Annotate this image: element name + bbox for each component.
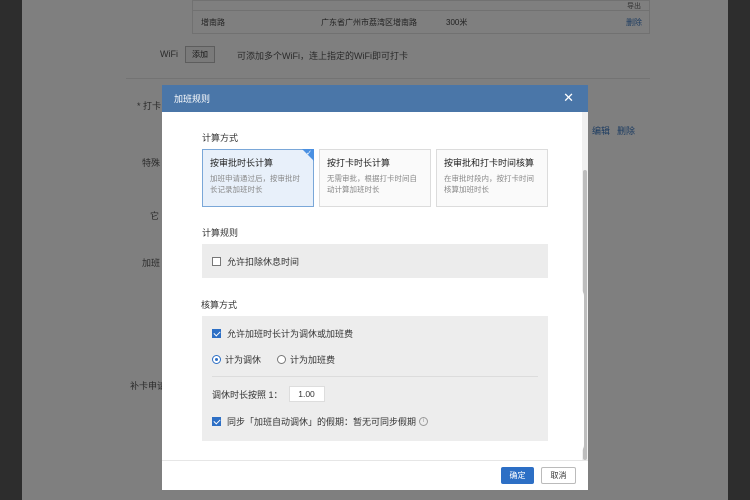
dialog-header: 加班规则 ✕ (162, 85, 588, 112)
confirm-button[interactable]: 确定 (501, 467, 534, 484)
check-icon: ✓ (306, 150, 312, 157)
card-approval-and-clock[interactable]: 按审批和打卡时间核算 在审批时段内，按打卡时间核算加班时长 (436, 149, 548, 207)
info-icon[interactable]: i (419, 417, 429, 426)
radio-leave[interactable] (212, 355, 221, 364)
allow-convert-checkbox[interactable] (212, 329, 221, 338)
sync-option[interactable]: 同步「加班自动调休」的假期：暂无可同步假期 i (212, 415, 429, 428)
card-desc: 无需审批，根据打卡时间自动计算加班时长 (327, 174, 417, 194)
dialog-footer: 确定 取消 (162, 460, 588, 490)
radio-pay-label: 计为加班费 (290, 355, 336, 365)
deduct-rest-label: 允许扣除休息时间 (227, 257, 300, 267)
radio-pay[interactable] (277, 355, 287, 364)
ratio-label: 调休时长按照 1： (212, 389, 283, 400)
radio-leave-label: 计为调休 (225, 355, 262, 365)
settle-method-box: 允许加班时长计为调休或加班费 计为调休 计为加班费 调休时长按照 1： 1.00… (202, 316, 548, 441)
deduct-rest-option[interactable]: 允许扣除休息时间 (212, 255, 299, 268)
allow-convert-label: 允许加班时长计为调休或加班费 (227, 329, 354, 339)
ratio-row: 调休时长按照 1： 1.00 (212, 386, 325, 402)
convert-radio-group: 计为调休 计为加班费 (212, 353, 335, 366)
card-clock-duration[interactable]: 按打卡时长计算 无需审批，根据打卡时间自动计算加班时长 (319, 149, 431, 207)
card-title: 按审批时长计算 (210, 158, 274, 168)
cancel-button[interactable]: 取消 (541, 467, 576, 484)
dialog-title: 加班规则 (174, 94, 211, 104)
sync-checkbox[interactable] (212, 417, 221, 426)
card-desc: 加班申请通过后，按审批时长记录加班时长 (210, 174, 300, 194)
allow-convert-option[interactable]: 允许加班时长计为调休或加班费 (212, 327, 353, 340)
deduct-rest-checkbox[interactable] (212, 257, 221, 266)
divider (212, 376, 538, 377)
calc-method-title: 计算方式 (202, 133, 239, 143)
sync-label: 同步「加班自动调休」的假期：暂无可同步假期 (227, 417, 417, 427)
settle-method-highlight: 核算方式 允许加班时长计为调休或加班费 计为调休 计为加班费 调休时长按照 1：… (164, 288, 584, 453)
card-title: 按打卡时长计算 (327, 158, 391, 168)
calc-rule-title: 计算规则 (202, 228, 239, 238)
close-icon[interactable]: ✕ (563, 91, 574, 105)
ratio-input[interactable]: 1.00 (288, 386, 325, 402)
card-title: 按审批和打卡时间核算 (444, 158, 535, 168)
card-approval-duration[interactable]: ✓ 按审批时长计算 加班申请通过后，按审批时长记录加班时长 (202, 149, 314, 207)
card-desc: 在审批时段内，按打卡时间核算加班时长 (444, 174, 534, 194)
calc-rule-box: 允许扣除休息时间 (202, 244, 548, 278)
settle-method-title: 核算方式 (201, 300, 238, 310)
